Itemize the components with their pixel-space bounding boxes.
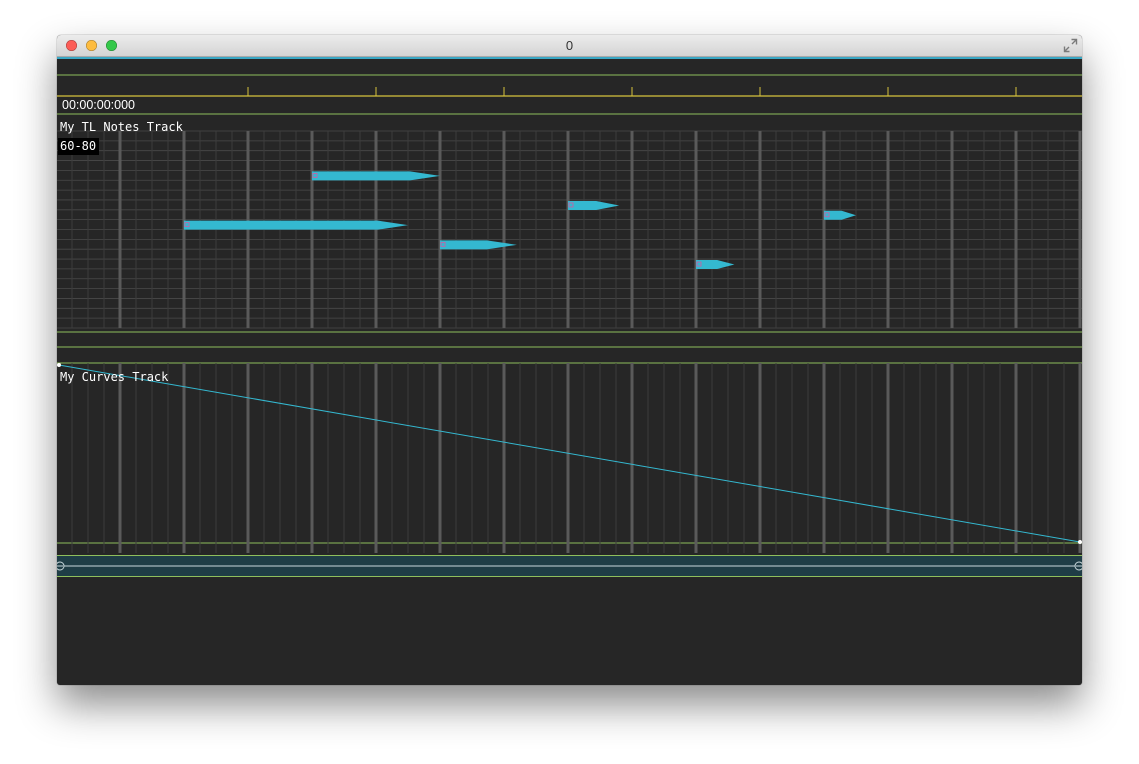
time-ruler: [57, 57, 1082, 97]
note-shape: [568, 200, 620, 210]
note-shape: [312, 171, 440, 181]
timeline-canvas[interactable]: [57, 57, 1082, 685]
window-title: 0: [565, 38, 574, 53]
scrollbar[interactable]: [57, 555, 1082, 577]
note-shape: [184, 220, 408, 230]
note-block[interactable]: [312, 171, 440, 181]
timeline-area[interactable]: 00:00:00:000 My TL Notes Track 60-80 My …: [57, 57, 1082, 685]
title-bar[interactable]: 0: [57, 35, 1082, 57]
note-block[interactable]: [824, 210, 856, 220]
note-block[interactable]: [696, 260, 735, 270]
note-block[interactable]: [184, 220, 408, 230]
curves-track-title: My Curves Track: [60, 370, 169, 384]
app-window: 0 00:00:00:000 My TL Notes Track 60-80 M…: [57, 35, 1082, 685]
timecode-display: 00:00:00:000: [62, 98, 135, 112]
notes-track-title: My TL Notes Track: [60, 120, 183, 134]
curve-point[interactable]: [57, 363, 61, 367]
note-shape: [696, 260, 735, 270]
note-block[interactable]: [568, 200, 620, 210]
grid-layer: [57, 113, 1082, 553]
playhead-bar: [57, 57, 1082, 59]
curve-point[interactable]: [1078, 540, 1082, 544]
pitch-range-badge: 60-80: [58, 138, 100, 155]
fullscreen-arrows-icon[interactable]: [1063, 38, 1078, 53]
